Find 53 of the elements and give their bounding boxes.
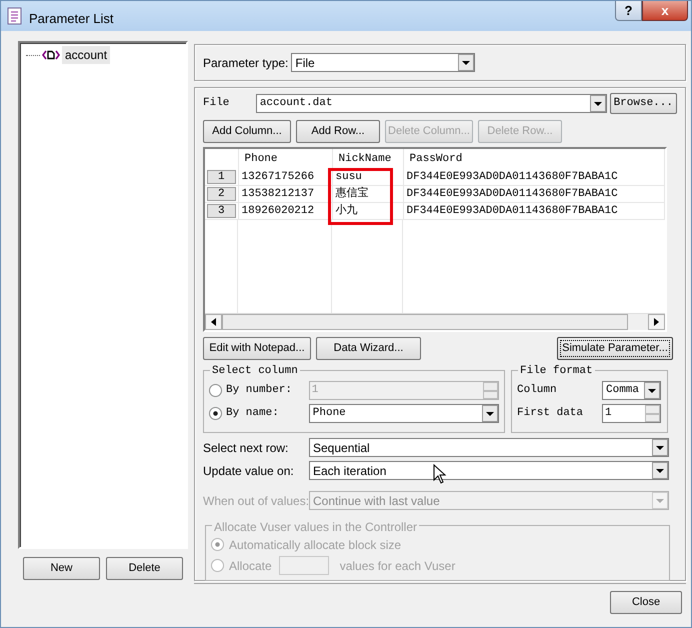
right-arrow-icon [654, 318, 659, 326]
toolbar-button[interactable]: Add Row... [296, 120, 380, 143]
app-icon [7, 7, 23, 25]
scrollbar-thumb[interactable] [222, 314, 628, 330]
column-header[interactable]: NickName [332, 149, 403, 169]
option-label: Allocate [229, 558, 272, 574]
option-label: values for each Vuser [340, 558, 456, 574]
scroll-right-button[interactable] [648, 314, 665, 330]
window-title: Parameter List [29, 10, 114, 28]
radio-button[interactable] [209, 407, 222, 420]
setting-label: Update value on: [203, 462, 295, 480]
scroll-left-button[interactable] [205, 314, 222, 330]
left-arrow-icon [211, 318, 216, 326]
close-dialog-button[interactable]: Close [610, 591, 682, 614]
row-number-button[interactable]: 1 [207, 170, 236, 184]
table-cell: 13538212137 [238, 186, 332, 202]
tree-item[interactable]: account [62, 46, 110, 64]
action-button[interactable]: Data Wizard... [316, 337, 421, 360]
parameter-type-label: Parameter type: [203, 54, 288, 72]
file-label: File [203, 96, 230, 111]
delete-button[interactable]: Delete [106, 557, 183, 580]
option-label: Automatically allocate block size [229, 536, 402, 554]
setting-label: Select next row: [203, 440, 290, 456]
mouse-cursor-icon [433, 464, 447, 484]
setting-label: When out of values: [203, 492, 309, 510]
column-delimiter-dropdown[interactable]: Comma [602, 381, 661, 400]
first-data-spinner[interactable]: 1 [602, 404, 661, 423]
column-header[interactable]: PassWord [403, 149, 664, 169]
table-cell: 13267175266 [238, 169, 332, 186]
action-button[interactable]: Simulate Parameter... [557, 337, 673, 360]
toolbar-button[interactable]: Add Column... [203, 120, 291, 143]
setting-dropdown[interactable]: Each iteration [309, 461, 669, 480]
field-label: Column [517, 383, 558, 398]
browse-button[interactable]: Browse... [610, 92, 677, 114]
setting-dropdown[interactable]: Sequential [309, 438, 669, 457]
column-name-dropdown[interactable]: Phone [308, 404, 499, 423]
row-number-button[interactable]: 2 [207, 187, 236, 201]
option-label: By name: [226, 406, 280, 422]
row-number-button[interactable]: 3 [207, 204, 236, 218]
new-button[interactable]: New [23, 557, 100, 580]
action-button[interactable]: Edit with Notepad... [203, 337, 311, 360]
parameter-type-dropdown[interactable]: File [291, 53, 476, 72]
parameter-icon [42, 50, 60, 60]
field-label: First data [517, 406, 584, 422]
table-cell: DF344E0E993AD0DA01143680F7BABA1C [403, 186, 664, 202]
help-button[interactable]: ? [615, 1, 642, 21]
option-label: By number: [226, 383, 294, 398]
table-cell: susu [332, 169, 403, 186]
path-dropdown[interactable]: account.dat [256, 94, 607, 112]
table-cell: DF344E0E993AD0DA01143680F7BABA1C [403, 169, 664, 186]
table-cell: 惠信宝 [332, 186, 403, 202]
spin-up-button[interactable] [645, 405, 660, 414]
column-header[interactable]: Phone [238, 149, 332, 169]
